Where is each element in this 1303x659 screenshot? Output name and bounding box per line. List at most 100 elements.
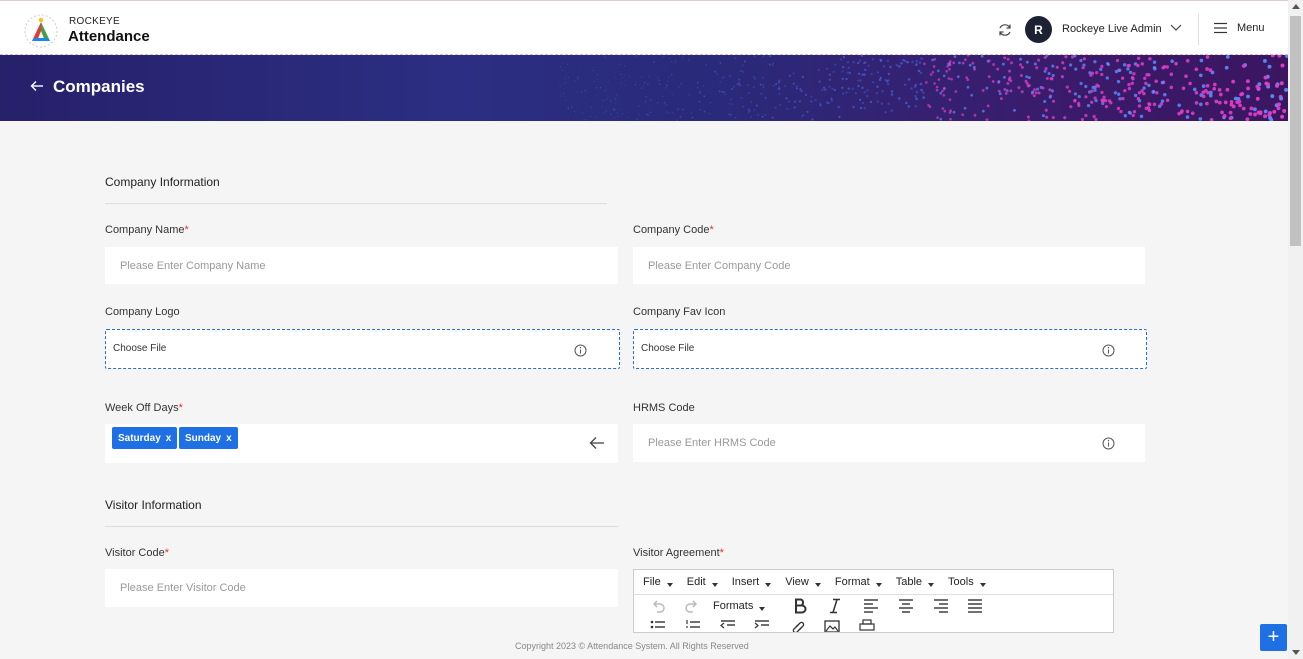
required-mark: * <box>164 547 169 559</box>
footer-copyright: Copyright 2023 © Attendance System. All … <box>515 641 749 651</box>
page-title: Companies <box>53 77 145 96</box>
align-left-icon[interactable] <box>862 598 880 614</box>
tag-saturday: Saturday x <box>112 427 178 449</box>
tag-label: Sunday <box>185 432 222 444</box>
company-section-divider <box>105 203 607 204</box>
numbered-list-icon[interactable] <box>684 619 702 633</box>
editor-menu-edit[interactable]: Edit <box>687 576 718 588</box>
info-icon[interactable] <box>1102 344 1115 357</box>
menu-label: Tools <box>948 576 974 588</box>
company-logo-file-input[interactable]: Choose File <box>105 329 620 369</box>
company-name-input[interactable] <box>105 247 618 284</box>
page-scrollbar[interactable] <box>1288 0 1303 659</box>
italic-icon[interactable] <box>826 598 844 614</box>
scroll-down-arrow-icon[interactable] <box>1292 650 1300 655</box>
caret-down-icon <box>666 583 673 587</box>
info-icon[interactable] <box>1102 437 1115 450</box>
remove-tag-icon[interactable]: x <box>166 433 172 444</box>
company-fav-icon-file-input[interactable]: Choose File <box>633 329 1147 369</box>
editor-toolbar: Formats <box>634 595 1113 633</box>
editor-menu-file[interactable]: File <box>643 576 673 588</box>
choose-file-label: Choose File <box>641 343 695 354</box>
indent-icon[interactable] <box>753 619 771 633</box>
back-arrow-icon[interactable] <box>30 79 44 93</box>
caret-down-icon <box>814 583 821 587</box>
hrms-code-input[interactable] <box>633 424 1145 462</box>
menu-label: Menu <box>1237 22 1265 34</box>
caret-down-icon <box>979 583 986 587</box>
info-icon[interactable] <box>574 344 587 357</box>
company-fav-icon-label: Company Fav Icon <box>633 306 726 318</box>
scroll-up-arrow-icon[interactable] <box>1292 4 1300 9</box>
choose-file-label: Choose File <box>113 343 167 354</box>
banner-dot-pattern <box>559 55 1288 121</box>
outdent-icon[interactable] <box>719 619 737 633</box>
menu-label: Edit <box>686 576 706 588</box>
rockeye-logo[interactable] <box>23 13 59 49</box>
brand-name-top: ROCKEYE <box>69 16 121 27</box>
company-name-label-text: Company Name <box>105 224 185 236</box>
menu-label: Format <box>834 576 870 588</box>
editor-menu-format[interactable]: Format <box>835 576 882 588</box>
company-logo-label: Company Logo <box>105 306 180 318</box>
visitor-code-label-text: Visitor Code <box>105 547 165 559</box>
company-code-input[interactable] <box>633 247 1145 284</box>
formats-label: Formats <box>713 600 754 612</box>
company-section-title: Company Information <box>105 175 220 189</box>
image-icon[interactable] <box>823 619 841 633</box>
align-justify-icon[interactable] <box>966 598 984 614</box>
week-off-days-select[interactable]: Saturday x Sunday x <box>105 424 618 463</box>
undo-icon[interactable] <box>649 598 667 614</box>
required-mark: * <box>709 224 714 236</box>
print-icon[interactable] <box>858 619 876 633</box>
link-icon[interactable] <box>788 619 806 633</box>
tag-label: Saturday <box>118 432 161 444</box>
required-mark: * <box>184 224 189 236</box>
company-code-label: Company Code* <box>633 224 714 236</box>
tag-sunday: Sunday x <box>179 427 238 449</box>
caret-down-icon <box>711 583 718 587</box>
chevron-down-icon[interactable] <box>1169 22 1183 34</box>
week-off-days-label-text: Week Off Days <box>105 402 179 414</box>
align-right-icon[interactable] <box>932 598 950 614</box>
editor-menu-tools[interactable]: Tools <box>948 576 986 588</box>
menu-button[interactable]: Menu <box>1213 22 1265 34</box>
add-floating-button[interactable]: + <box>1260 624 1287 651</box>
visitor-agreement-label-text: Visitor Agreement <box>633 547 720 559</box>
arrow-left-icon[interactable] <box>589 436 605 450</box>
scroll-thumb[interactable] <box>1290 16 1301 246</box>
header-divider <box>1198 13 1199 45</box>
user-avatar[interactable]: R <box>1025 16 1052 43</box>
visitor-agreement-editor[interactable]: File Edit Insert View Format Table Tools… <box>633 569 1114 633</box>
menu-label: Insert <box>731 576 760 588</box>
top-bar: ROCKEYE Attendance R Rockeye Live Admin … <box>0 0 1288 55</box>
company-name-label: Company Name* <box>105 224 189 236</box>
refresh-icon[interactable] <box>997 22 1013 38</box>
visitor-code-label: Visitor Code* <box>105 547 169 559</box>
visitor-agreement-label: Visitor Agreement* <box>633 547 724 559</box>
visitor-section-divider <box>105 526 618 527</box>
hrms-code-label: HRMS Code <box>633 402 695 414</box>
visitor-section-title: Visitor Information <box>105 498 202 512</box>
company-code-label-text: Company Code <box>633 224 710 236</box>
caret-down-icon <box>875 583 882 587</box>
editor-menu-table[interactable]: Table <box>896 576 935 588</box>
visitor-code-input[interactable] <box>105 569 618 607</box>
bold-icon[interactable] <box>791 598 809 614</box>
editor-menu-insert[interactable]: Insert <box>732 576 772 588</box>
required-mark: * <box>719 547 724 559</box>
align-center-icon[interactable] <box>897 598 915 614</box>
caret-down-icon <box>765 583 772 587</box>
remove-tag-icon[interactable]: x <box>226 433 232 444</box>
redo-icon[interactable] <box>683 598 701 614</box>
bullet-list-icon[interactable] <box>649 619 667 633</box>
user-name[interactable]: Rockeye Live Admin <box>1062 23 1162 35</box>
week-off-days-label: Week Off Days* <box>105 402 183 414</box>
editor-menubar: File Edit Insert View Format Table Tools <box>634 570 1113 595</box>
caret-down-icon <box>928 583 935 587</box>
editor-menu-view[interactable]: View <box>785 576 821 588</box>
required-mark: * <box>178 402 183 414</box>
page-banner: Companies <box>0 55 1288 121</box>
formats-dropdown[interactable]: Formats <box>713 600 766 612</box>
caret-down-icon <box>759 607 766 611</box>
